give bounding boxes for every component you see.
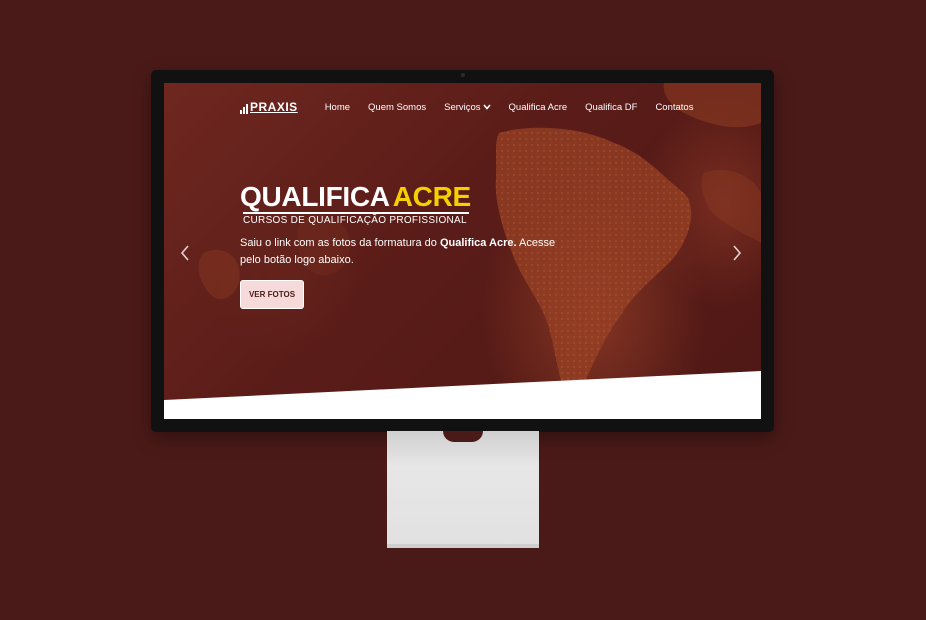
website-screen: PRAXIS Home Quem Somos Serviços Qualific… [164, 83, 761, 419]
stand-cutout [443, 431, 483, 442]
stand-base-edge [387, 544, 539, 548]
monitor: PRAXIS Home Quem Somos Serviços Qualific… [151, 70, 774, 432]
hero-bottom-divider [164, 371, 761, 419]
camera-dot [460, 73, 465, 77]
monitor-stand [387, 431, 539, 548]
